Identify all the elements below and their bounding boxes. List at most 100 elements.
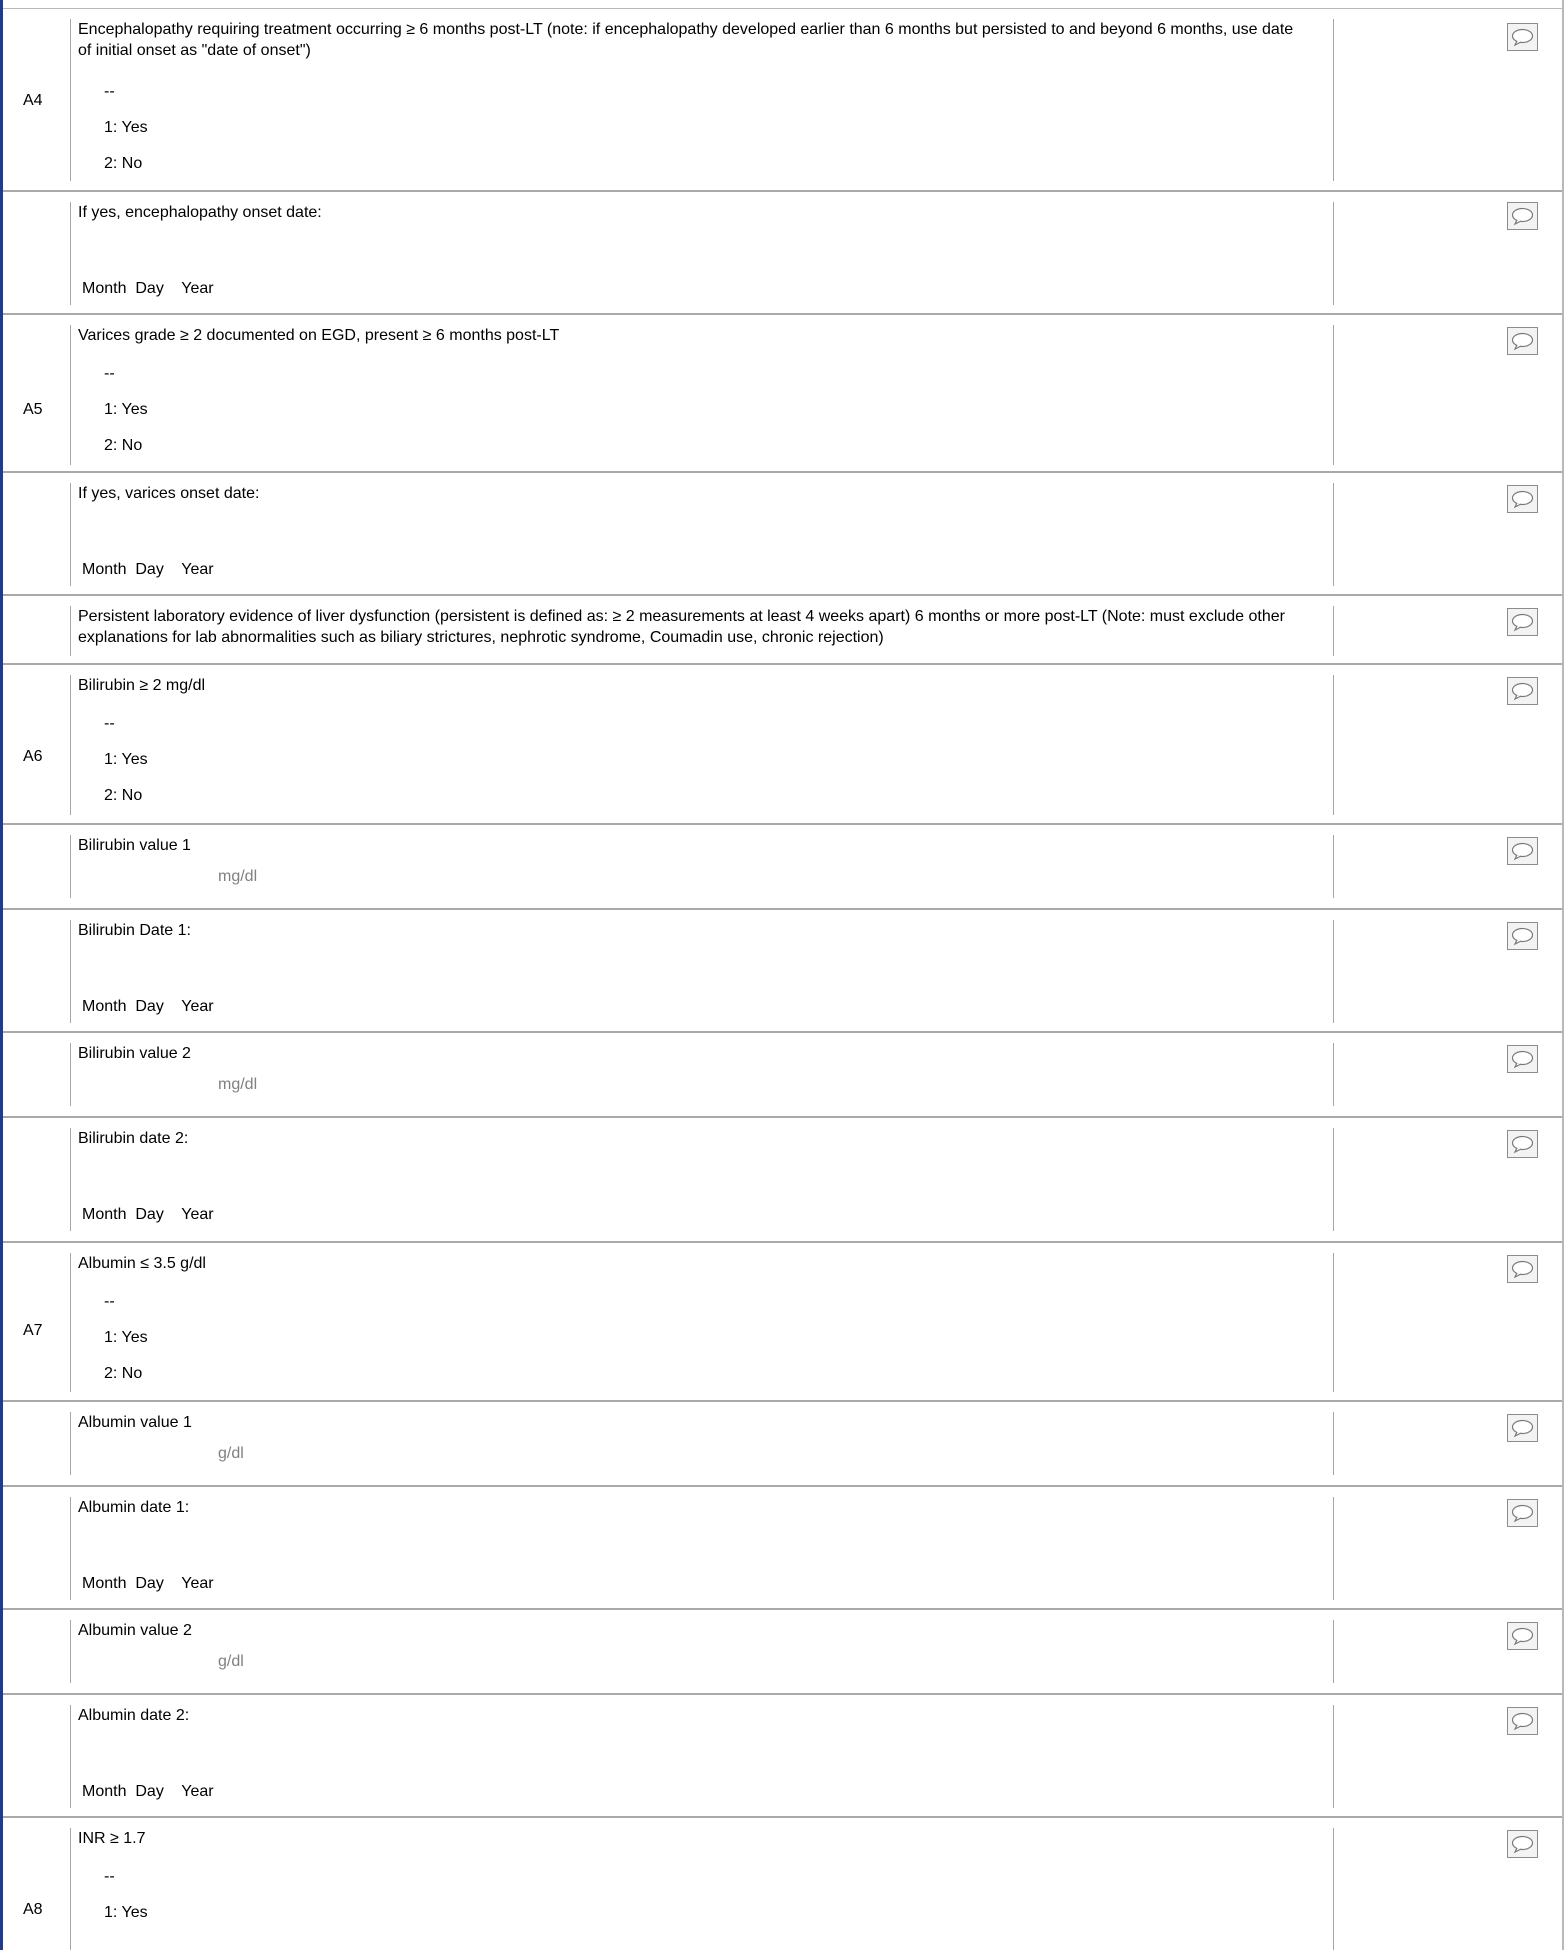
- comment-button[interactable]: [1507, 1255, 1538, 1283]
- question-text: Bilirubin Date 1:: [78, 922, 191, 939]
- question-content: Albumin date 2: Month Day Year: [70, 1705, 1334, 1808]
- question-content: If yes, varices onset date: Month Day Ye…: [70, 483, 1334, 586]
- question-row-bilirubin-value-2: Bilirubin value 2 mg/dl: [3, 1033, 1562, 1118]
- comment-button[interactable]: [1507, 327, 1538, 355]
- comment-button[interactable]: [1507, 485, 1538, 513]
- comment-button[interactable]: [1507, 202, 1538, 230]
- question-content: Persistent laboratory evidence of liver …: [70, 606, 1334, 656]
- question-row-albumin-value-1: Albumin value 1 g/dl: [3, 1402, 1562, 1487]
- question-text: If yes, varices onset date:: [78, 485, 260, 502]
- question-content: Bilirubin ≥ 2 mg/dl -- 1: Yes 2: No: [70, 675, 1334, 815]
- comment-bubble-icon: [1511, 613, 1534, 632]
- question-text: Bilirubin ≥ 2 mg/dl: [78, 677, 206, 694]
- answer-option-yes[interactable]: 1: Yes: [71, 742, 1333, 778]
- comment-button[interactable]: [1507, 922, 1538, 950]
- comment-button[interactable]: [1507, 1622, 1538, 1650]
- comment-button[interactable]: [1507, 1707, 1538, 1735]
- question-text: Albumin ≤ 3.5 g/dl: [78, 1255, 206, 1272]
- date-field-labels: Month Day Year: [82, 1575, 214, 1592]
- section-text: Persistent laboratory evidence of liver …: [78, 608, 1285, 646]
- unit-label: mg/dl: [218, 1076, 258, 1093]
- comment-bubble-icon: [1511, 1050, 1534, 1069]
- answer-option-yes[interactable]: 1: Yes: [71, 1320, 1333, 1356]
- question-row-bilirubin-date-2: Bilirubin date 2: Month Day Year: [3, 1118, 1562, 1243]
- question-id: A8: [23, 1901, 43, 1918]
- question-row-albumin-date-1: Albumin date 1: Month Day Year: [3, 1487, 1562, 1610]
- question-content: Bilirubin value 1 mg/dl: [70, 835, 1334, 898]
- comment-bubble-icon: [1511, 1835, 1534, 1854]
- answer-option-yes[interactable]: 1: Yes: [71, 1895, 1333, 1931]
- question-content: Albumin value 2 g/dl: [70, 1620, 1334, 1683]
- answer-option-blank[interactable]: --: [71, 1859, 1333, 1895]
- question-content: Albumin ≤ 3.5 g/dl -- 1: Yes 2: No: [70, 1253, 1334, 1392]
- comment-bubble-icon: [1511, 842, 1534, 861]
- comment-button[interactable]: [1507, 608, 1538, 636]
- question-text: Encephalopathy requiring treatment occur…: [78, 21, 1294, 59]
- answer-option-blank[interactable]: --: [71, 356, 1333, 392]
- question-text: Albumin date 1:: [78, 1499, 190, 1516]
- section-row-lab-evidence: Persistent laboratory evidence of liver …: [3, 596, 1562, 665]
- question-content: Encephalopathy requiring treatment occur…: [70, 19, 1334, 181]
- date-field-labels: Month Day Year: [82, 280, 214, 297]
- comment-bubble-icon: [1511, 1419, 1534, 1438]
- question-text: Bilirubin value 2: [78, 1045, 191, 1062]
- question-row-bilirubin-date-1: Bilirubin Date 1: Month Day Year: [3, 910, 1562, 1033]
- comment-bubble-icon: [1511, 490, 1534, 509]
- comment-button[interactable]: [1507, 1130, 1538, 1158]
- answer-option-no[interactable]: 2: No: [71, 428, 1333, 464]
- date-field-labels: Month Day Year: [82, 1783, 214, 1800]
- unit-label: g/dl: [218, 1653, 244, 1670]
- question-id: A5: [23, 401, 43, 418]
- question-content: If yes, encephalopathy onset date: Month…: [70, 202, 1334, 305]
- comment-bubble-icon: [1511, 1627, 1534, 1646]
- answer-option-no[interactable]: 2: No: [71, 778, 1333, 814]
- question-content: Varices grade ≥ 2 documented on EGD, pre…: [70, 325, 1334, 465]
- comment-bubble-icon: [1511, 207, 1534, 226]
- date-field-labels: Month Day Year: [82, 561, 214, 578]
- question-row-a6: A6 Bilirubin ≥ 2 mg/dl -- 1: Yes 2: No: [3, 665, 1562, 825]
- question-text: If yes, encephalopathy onset date:: [78, 204, 322, 221]
- question-row-bilirubin-value-1: Bilirubin value 1 mg/dl: [3, 825, 1562, 910]
- comment-button[interactable]: [1507, 1414, 1538, 1442]
- comment-bubble-icon: [1511, 1504, 1534, 1523]
- question-text: Albumin date 2:: [78, 1707, 190, 1724]
- comment-bubble-icon: [1511, 927, 1534, 946]
- comment-bubble-icon: [1511, 28, 1534, 47]
- answer-option-yes[interactable]: 1: Yes: [71, 392, 1333, 428]
- comment-button[interactable]: [1507, 23, 1538, 51]
- question-content: INR ≥ 1.7 -- 1: Yes: [70, 1828, 1334, 1950]
- question-text: Varices grade ≥ 2 documented on EGD, pre…: [78, 327, 560, 344]
- unit-label: mg/dl: [218, 868, 258, 885]
- question-row-a5: A5 Varices grade ≥ 2 documented on EGD, …: [3, 315, 1562, 473]
- question-content: Bilirubin date 2: Month Day Year: [70, 1128, 1334, 1231]
- question-content: Bilirubin value 2 mg/dl: [70, 1043, 1334, 1106]
- question-content: Albumin value 1 g/dl: [70, 1412, 1334, 1475]
- answer-option-blank[interactable]: --: [71, 1284, 1333, 1320]
- comment-button[interactable]: [1507, 677, 1538, 705]
- answer-option-blank[interactable]: --: [71, 74, 1333, 110]
- question-content: Albumin date 1: Month Day Year: [70, 1497, 1334, 1600]
- question-text: Bilirubin date 2:: [78, 1130, 189, 1147]
- crf-form-page: A4 Encephalopathy requiring treatment oc…: [0, 0, 1564, 1950]
- question-row-varices-date: If yes, varices onset date: Month Day Ye…: [3, 473, 1562, 596]
- answer-option-yes[interactable]: 1: Yes: [71, 110, 1333, 146]
- question-id: A7: [23, 1322, 43, 1339]
- question-row-a7: A7 Albumin ≤ 3.5 g/dl -- 1: Yes 2: No: [3, 1243, 1562, 1402]
- answer-option-blank[interactable]: --: [71, 706, 1333, 742]
- comment-bubble-icon: [1511, 1135, 1534, 1154]
- answer-option-no[interactable]: 2: No: [71, 1356, 1333, 1392]
- question-id: A4: [23, 92, 43, 109]
- comment-button[interactable]: [1507, 1045, 1538, 1073]
- comment-button[interactable]: [1507, 1499, 1538, 1527]
- question-text: INR ≥ 1.7: [78, 1830, 146, 1847]
- question-id: A6: [23, 748, 43, 765]
- unit-label: g/dl: [218, 1445, 244, 1462]
- answer-option-no[interactable]: 2: No: [71, 146, 1333, 182]
- comment-button[interactable]: [1507, 837, 1538, 865]
- question-row-a4: A4 Encephalopathy requiring treatment oc…: [3, 9, 1562, 192]
- question-row-a8: A8 INR ≥ 1.7 -- 1: Yes: [3, 1818, 1562, 1950]
- date-field-labels: Month Day Year: [82, 998, 214, 1015]
- comment-bubble-icon: [1511, 332, 1534, 351]
- comment-bubble-icon: [1511, 1712, 1534, 1731]
- comment-button[interactable]: [1507, 1830, 1538, 1858]
